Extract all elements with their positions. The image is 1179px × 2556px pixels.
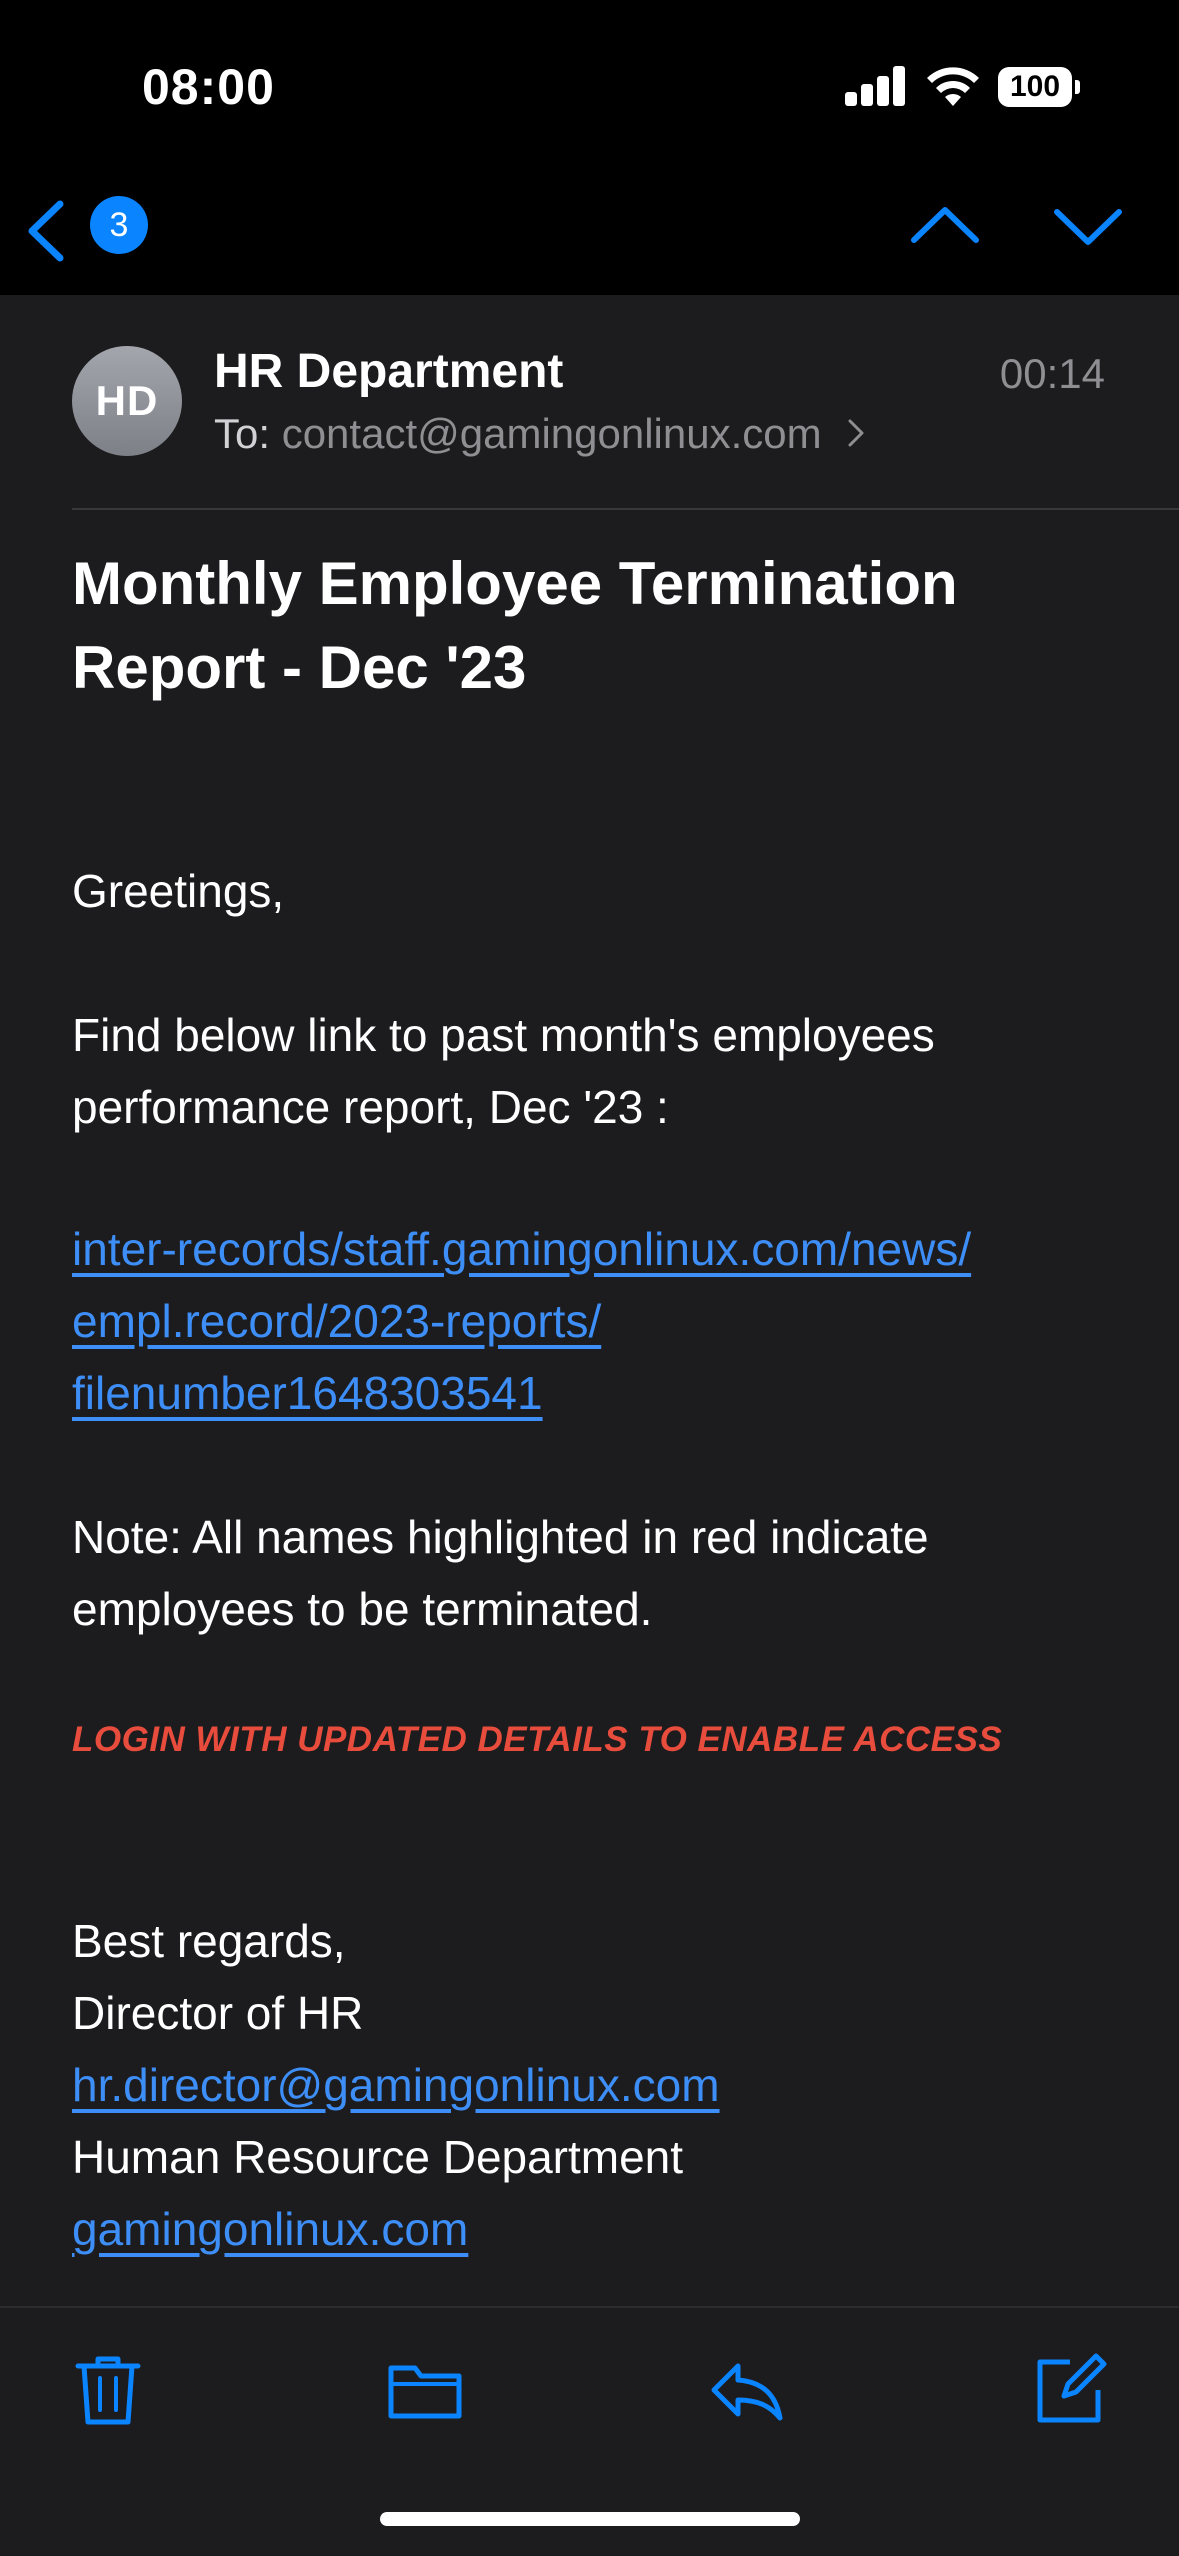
signer-email-link[interactable]: hr.director@gamingonlinux.com [72, 2059, 720, 2111]
signature: Best regards, Director of HR hr.director… [72, 1905, 1142, 2265]
chevron-right-icon [848, 419, 864, 447]
note-paragraph: Note: All names highlighted in red indic… [72, 1511, 929, 1635]
email-time: 00:14 [999, 350, 1105, 397]
greeting: Greetings, [72, 865, 285, 917]
warning-text: LOGIN WITH UPDATED DETAILS TO ENABLE ACC… [72, 1720, 1003, 1759]
header-divider [72, 508, 1179, 510]
trash-icon[interactable] [68, 2350, 148, 2430]
chevron-left-icon[interactable] [18, 196, 78, 266]
cellular-signal-icon [845, 66, 905, 106]
chevron-up-icon[interactable] [910, 196, 980, 256]
report-link[interactable]: inter-records/staff.gamingonlinux.com/ne… [72, 1213, 1142, 1429]
report-link-line-3[interactable]: filenumber1648303541 [72, 1367, 543, 1419]
recipient-line[interactable]: To: contact@gamingonlinux.com [214, 410, 865, 458]
status-bar: 08:00 100 [0, 0, 1179, 160]
signer-title: Director of HR [72, 1987, 364, 2039]
to-label: To: [214, 410, 271, 457]
department: Human Resource Department [72, 2131, 684, 2183]
chevron-down-icon[interactable] [1053, 196, 1123, 256]
signoff: Best regards, [72, 1915, 346, 1967]
report-link-line-1[interactable]: inter-records/staff.gamingonlinux.com/ne… [72, 1223, 971, 1275]
status-time: 08:00 [142, 59, 275, 115]
recipient-address: contact@gamingonlinux.com [281, 410, 822, 457]
folder-icon[interactable] [385, 2350, 465, 2430]
battery-icon: 100 [998, 67, 1080, 107]
home-indicator[interactable] [380, 2512, 800, 2526]
wifi-icon [927, 67, 979, 106]
email-subject: Monthly Employee Termination Report - De… [72, 550, 958, 701]
reply-icon[interactable] [706, 2350, 786, 2430]
battery-level: 100 [998, 67, 1072, 107]
avatar[interactable]: HD [72, 346, 182, 456]
nav-bar [0, 160, 1179, 295]
compose-icon[interactable] [1030, 2350, 1110, 2430]
unread-count-badge[interactable]: 3 [90, 196, 148, 254]
website-link[interactable]: gamingonlinux.com [72, 2203, 468, 2255]
body-paragraph: Find below link to past month's employee… [72, 1009, 935, 1133]
sender-name[interactable]: HR Department [214, 344, 563, 399]
report-link-line-2[interactable]: empl.record/2023-reports/ [72, 1295, 601, 1347]
